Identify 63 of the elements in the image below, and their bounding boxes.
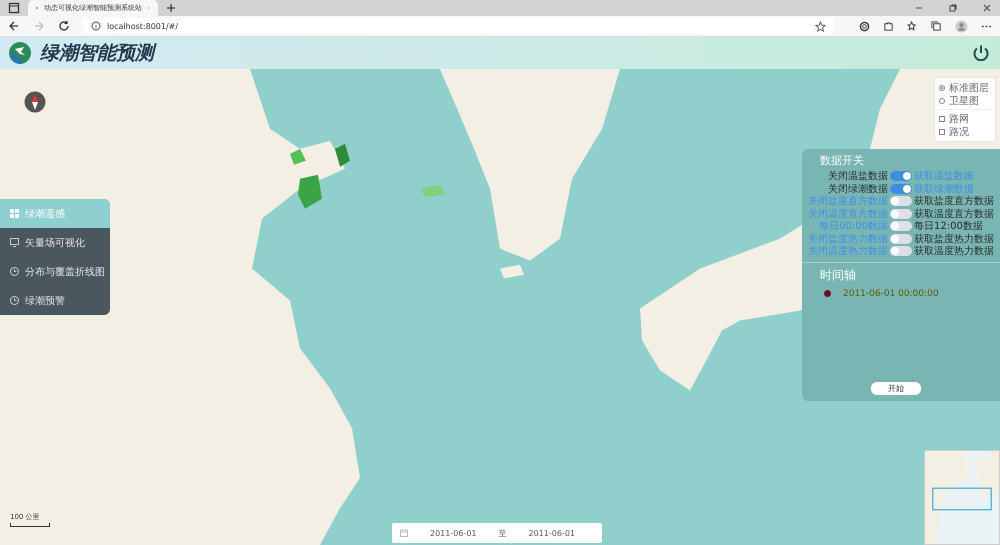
- tab-list-icon[interactable]: [8, 2, 20, 14]
- toggle-switch[interactable]: [890, 234, 912, 244]
- switch-off-label: 关闭温盐数据: [827, 170, 888, 184]
- power-icon[interactable]: [972, 44, 990, 62]
- timeline-title: 时间轴: [819, 266, 857, 284]
- toggle-switch[interactable]: [890, 184, 912, 194]
- timeline-time: 2011-06-01 00:00:00: [843, 288, 939, 298]
- switch-on-label: 获取盐度热力数据: [914, 232, 994, 246]
- new-tab-icon[interactable]: [166, 3, 176, 13]
- close-icon[interactable]: [982, 3, 992, 13]
- sidebar-item[interactable]: 矢量场可视化: [0, 228, 110, 257]
- switch-off-label: 关闭温度直方数据: [807, 208, 888, 221]
- switch-off-label: 关闭温度热力数据: [807, 244, 888, 258]
- url-text: localhost:8001/#/: [107, 22, 178, 30]
- overlay-checkbox[interactable]: 路网: [939, 112, 991, 125]
- clock-icon: [10, 296, 19, 305]
- toggle-switch[interactable]: [890, 208, 912, 219]
- sidebar-item[interactable]: 绿潮预警: [0, 286, 110, 315]
- timeline-dot-icon: [824, 290, 831, 297]
- toggle-switch[interactable]: [890, 196, 912, 206]
- map-type-radio[interactable]: 标准图层: [939, 81, 991, 94]
- overlay-checkbox[interactable]: 路况: [939, 125, 991, 138]
- grid-icon: [10, 209, 19, 218]
- logo-icon: [8, 41, 32, 65]
- refresh-icon[interactable]: [58, 20, 70, 32]
- switch-off-label: 每日00:00数据: [818, 220, 888, 234]
- toggle-switch[interactable]: [890, 246, 912, 256]
- compass-icon[interactable]: [24, 91, 46, 113]
- calendar-icon: [400, 529, 408, 537]
- restore-icon[interactable]: [948, 3, 958, 13]
- clock-icon: [10, 267, 19, 276]
- sidebar-item[interactable]: 分布与覆盖折线图: [0, 257, 110, 286]
- back-icon[interactable]: [8, 20, 20, 32]
- checkbox-label: 路况: [949, 126, 969, 138]
- star-icon[interactable]: [815, 20, 826, 32]
- toggle-switch[interactable]: [890, 171, 912, 182]
- address-field[interactable]: localhost:8001/#/: [83, 18, 834, 34]
- favorites-icon[interactable]: [907, 20, 918, 32]
- end-date: 2011-06-01: [528, 528, 575, 538]
- date-separator: 至: [498, 528, 506, 538]
- map-type-radio[interactable]: 卫星图: [939, 94, 991, 107]
- monitor-icon: [10, 238, 19, 247]
- switch-on-label: 获取盐度直方数据: [914, 194, 994, 208]
- switch-off-label: 关闭盐度直方数据: [807, 194, 888, 208]
- date-range-picker[interactable]: 2011-06-01 至 2011-06-01: [392, 523, 602, 543]
- switch-off-label: 关闭绿潮数据: [827, 182, 888, 196]
- panel-title: 数据开关: [819, 153, 865, 168]
- switch-on-label: 获取绿潮数据: [914, 182, 974, 196]
- checkbox-label: 路网: [949, 112, 969, 126]
- toggle-switch[interactable]: [890, 221, 912, 232]
- start-button[interactable]: 开始: [871, 382, 921, 395]
- switch-on-label: 获取温度热力数据: [914, 244, 994, 258]
- collections-icon[interactable]: [931, 20, 942, 32]
- start-date: 2011-06-01: [430, 528, 476, 538]
- switch-on-label: 获取温度直方数据: [914, 208, 994, 221]
- switch-off-label: 关闭盐度热力数据: [807, 232, 888, 246]
- avatar-icon[interactable]: [955, 20, 968, 32]
- info-icon: [91, 21, 101, 31]
- radio-label: 卫星图: [949, 94, 979, 108]
- scale-bar-icon: [10, 523, 50, 527]
- switch-on-label: 每日12:00数据: [914, 220, 983, 234]
- radio-label: 标准图层: [949, 82, 989, 94]
- switch-on-label: 获取温盐数据: [914, 170, 974, 184]
